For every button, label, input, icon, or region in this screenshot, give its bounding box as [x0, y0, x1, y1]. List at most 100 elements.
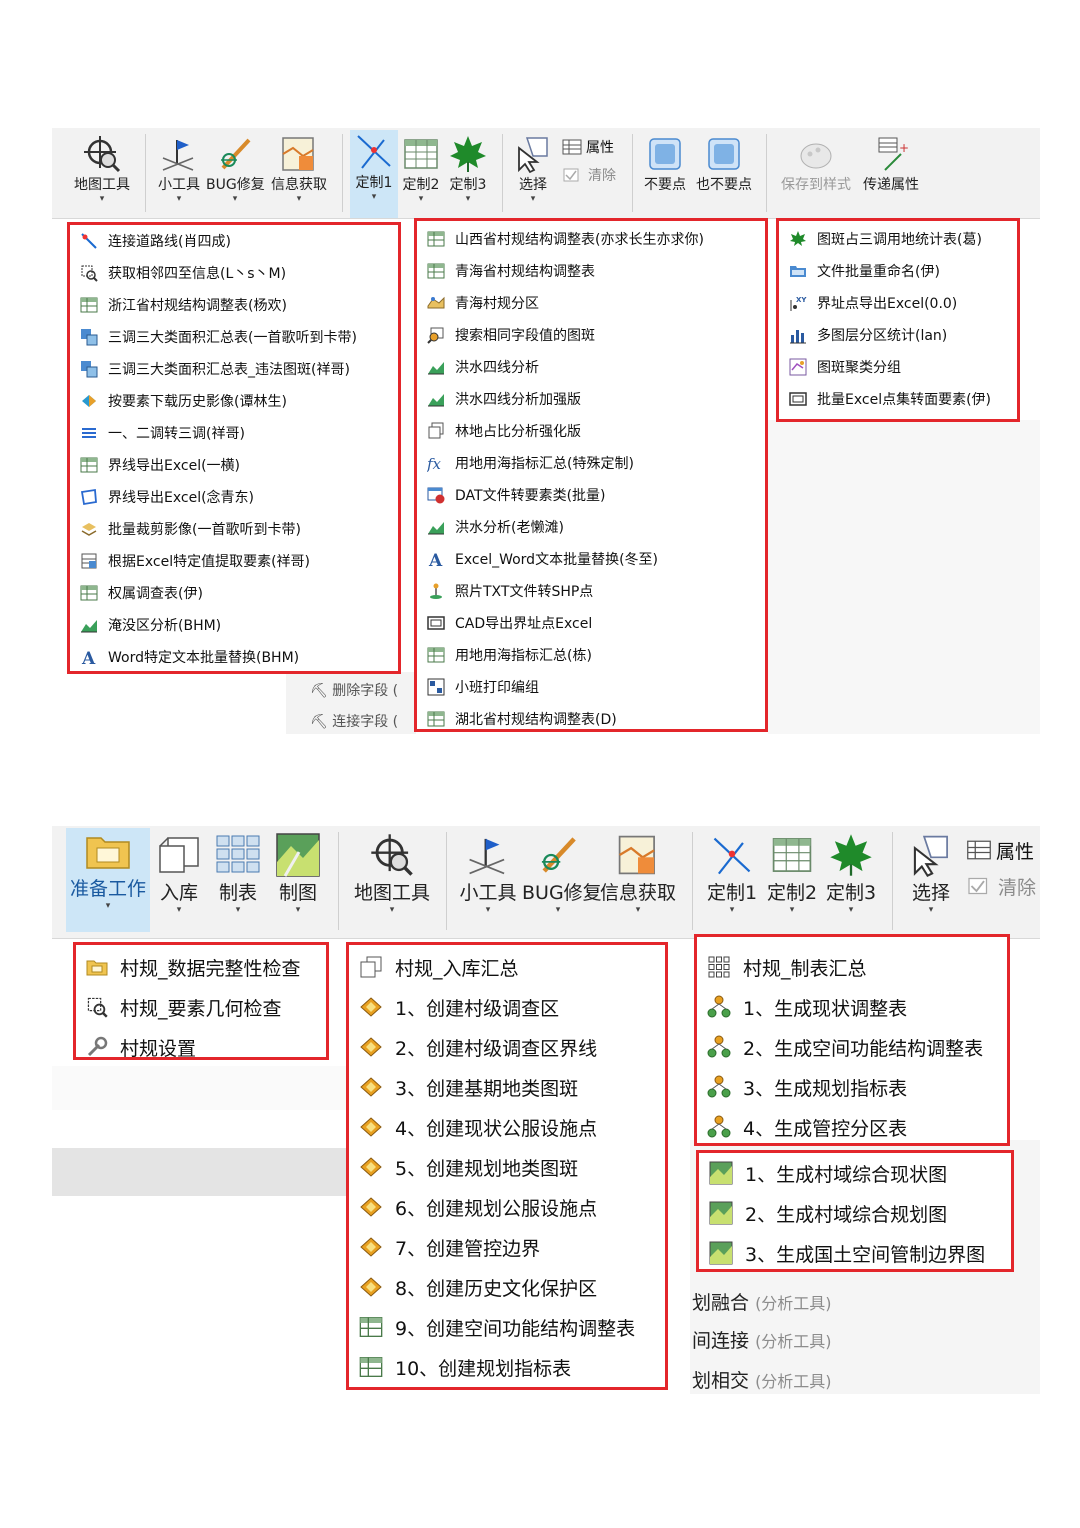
menu-item[interactable]: 青海村规分区 [417, 287, 765, 319]
custom1-button[interactable]: 定制1 ▾ [350, 130, 398, 218]
menu-item[interactable]: 淹没区分析(BHM) [70, 609, 398, 641]
menu-item[interactable]: 9、创建空间功能结构调整表 [349, 1307, 665, 1347]
custom2-button[interactable]: 定制2 ▾ [400, 134, 442, 204]
import-button[interactable]: 入库 ▾ [152, 832, 206, 915]
menu-item[interactable]: 3、生成规划指标表 [697, 1067, 1007, 1107]
menu-item[interactable]: 村规_制表汇总 [697, 947, 1007, 987]
info-get-button[interactable]: 信息获取 ▾ [598, 832, 678, 915]
attribute-button[interactable]: 属性 [966, 836, 1034, 864]
menu-item[interactable]: DAT文件转要素类(批量) [417, 479, 765, 511]
menu-item[interactable]: 图斑占三调用地统计表(葛) [779, 223, 1017, 255]
menu-item[interactable]: 界线导出Excel(一横) [70, 449, 398, 481]
save-style-button[interactable]: 保存到样式 [776, 134, 856, 194]
menu-item[interactable]: 权属调查表(伊) [70, 577, 398, 609]
menu-item[interactable]: 界线导出Excel(念青东) [70, 481, 398, 513]
select-button[interactable]: 选择 ▾ [510, 134, 556, 204]
custom2-button[interactable]: 定制2 ▾ [764, 832, 820, 915]
bug-fix-button[interactable]: BUG修复 ▾ [522, 832, 602, 915]
menu-item[interactable]: 照片TXT文件转SHP点 [417, 575, 765, 607]
bug-fix-button[interactable]: BUG修复 ▾ [206, 134, 265, 204]
menu-item[interactable]: 多图层分区统计(lan) [779, 319, 1017, 351]
tabulate-button[interactable]: 制表 ▾ [210, 832, 266, 915]
menu-item[interactable]: 1、生成现状调整表 [697, 987, 1007, 1027]
menu-item[interactable]: 连接道路线(肖四成) [70, 225, 398, 257]
menu-item[interactable]: 浙江省村规结构调整表(杨欢) [70, 289, 398, 321]
menu-item[interactable]: 按要素下载历史影像(谭林生) [70, 385, 398, 417]
also-unwanted-point-button[interactable]: 也不要点 [692, 134, 756, 194]
menu-item[interactable]: 村规_入库汇总 [349, 947, 665, 987]
menu-item-label: 批量裁剪影像(一首歌听到卡带) [108, 522, 301, 538]
menu-item[interactable]: 小班打印编组 [417, 671, 765, 703]
menu-item[interactable]: 7、创建管控边界 [349, 1227, 665, 1267]
custom1-label: 定制1 [355, 175, 393, 191]
clear-button[interactable]: 清除 [966, 872, 1036, 900]
custom1-dropdown-menu: 连接道路线(肖四成) 获取相邻四至信息(L丶s丶M) 浙江省村规结构调整表(杨欢… [67, 222, 401, 674]
menu-item[interactable]: 青海省村规结构调整表 [417, 255, 765, 287]
menu-item[interactable]: CAD导出界址点Excel [417, 607, 765, 639]
pass-attribute-button[interactable]: + 传递属性 [858, 134, 924, 194]
chevron-down-icon: ▾ [848, 905, 854, 915]
custom3-button[interactable]: 定制3 ▾ [822, 832, 880, 915]
menu-item[interactable]: 2、创建村级调查区界线 [349, 1027, 665, 1067]
small-tools-button[interactable]: 小工具 ▾ [456, 832, 520, 915]
menu-item[interactable]: 1、创建村级调查区 [349, 987, 665, 1027]
small-tools-button[interactable]: 小工具 ▾ [152, 134, 206, 204]
menu-item[interactable]: XY 界址点导出Excel(0.0) [779, 287, 1017, 319]
delete-field-item: ⛏ 删除字段 ( [310, 683, 399, 699]
info-get-button[interactable]: 信息获取 ▾ [266, 134, 332, 204]
menu-item[interactable]: 3、创建基期地类图斑 [349, 1067, 665, 1107]
map-tools-button[interactable]: 地图工具 ▾ [348, 832, 436, 915]
menu-item[interactable]: 村规设置 [76, 1027, 326, 1067]
menu-item[interactable]: 山西省村规结构调整表(亦求长生亦求你) [417, 223, 765, 255]
menu-item[interactable]: 林地占比分析强化版 [417, 415, 765, 447]
map-tools-button[interactable]: 地图工具 ▾ [66, 134, 138, 204]
prepare-button[interactable]: 准备工作 ▾ [66, 828, 150, 932]
attribute-button[interactable]: 属性 [562, 136, 614, 158]
menu-item[interactable]: A Word特定文本批量替换(BHM) [70, 641, 398, 673]
custom3-button[interactable]: 定制3 ▾ [446, 134, 490, 204]
table-icon [80, 297, 98, 313]
menu-item-label: 三调三大类面积汇总表_违法图斑(祥哥) [108, 362, 350, 378]
unwanted-point-button[interactable]: 不要点 [640, 134, 690, 194]
menu-item[interactable]: 4、生成管控分区表 [697, 1107, 1007, 1147]
menu-item[interactable]: 2、生成空间功能结构调整表 [697, 1027, 1007, 1067]
menu-item-label: 文件批量重命名(伊) [817, 264, 940, 280]
menu-item[interactable]: fx 用地用海指标汇总(特殊定制) [417, 447, 765, 479]
mapping-button[interactable]: 制图 ▾ [270, 832, 326, 915]
menu-item[interactable]: 根据Excel特定值提取要素(祥哥) [70, 545, 398, 577]
table-icon [404, 139, 438, 169]
custom2-dropdown-menu: 山西省村规结构调整表(亦求长生亦求你) 青海省村规结构调整表 青海村规分区 搜索… [414, 218, 768, 732]
menu-item[interactable]: A Excel_Word文本批量替换(冬至) [417, 543, 765, 575]
menu-item[interactable]: 2、生成村域综合规划图 [699, 1193, 1011, 1233]
menu-item[interactable]: 文件批量重命名(伊) [779, 255, 1017, 287]
menu-item[interactable]: 村规_要素几何检查 [76, 987, 326, 1027]
menu-item[interactable]: 搜索相同字段值的图斑 [417, 319, 765, 351]
menu-item[interactable]: 8、创建历史文化保护区 [349, 1267, 665, 1307]
menu-item[interactable]: 6、创建规划公服设施点 [349, 1187, 665, 1227]
menu-item[interactable]: 三调三大类面积汇总表_违法图斑(祥哥) [70, 353, 398, 385]
menu-item-label: 批量Excel点集转面要素(伊) [817, 392, 992, 408]
menu-item[interactable]: 5、创建规划地类图斑 [349, 1147, 665, 1187]
menu-item[interactable]: 三调三大类面积汇总表(一首歌听到卡带) [70, 321, 398, 353]
select-button[interactable]: 选择 ▾ [900, 832, 962, 915]
menu-item[interactable]: 图斑聚类分组 [779, 351, 1017, 383]
menu-item[interactable]: 洪水分析(老懒滩) [417, 511, 765, 543]
menu-item[interactable]: 洪水四线分析 [417, 351, 765, 383]
custom1-button[interactable]: 定制1 ▾ [702, 832, 762, 915]
hierarchy-icon [707, 1115, 731, 1138]
analysis-item-label: 间连接 [692, 1330, 750, 1352]
menu-item[interactable]: 批量Excel点集转面要素(伊) [779, 383, 1017, 415]
menu-item[interactable]: 批量裁剪影像(一首歌听到卡带) [70, 513, 398, 545]
menu-item[interactable]: 获取相邻四至信息(L丶s丶M) [70, 257, 398, 289]
menu-item[interactable]: 用地用海指标汇总(栋) [417, 639, 765, 671]
menu-item[interactable]: 一、二调转三调(祥哥) [70, 417, 398, 449]
menu-item[interactable]: 洪水四线分析加强版 [417, 383, 765, 415]
menu-item[interactable]: 4、创建现状公服设施点 [349, 1107, 665, 1147]
clear-button[interactable]: 清除 [562, 164, 616, 186]
menu-item[interactable]: 10、创建规划指标表 [349, 1347, 665, 1387]
tabulate-dropdown-menu: 村规_制表汇总 1、生成现状调整表 2、生成空间功能结构调整表 3、生成规划指标… [694, 934, 1010, 1146]
menu-item[interactable]: 村规_数据完整性检查 [76, 947, 326, 987]
menu-item[interactable]: 3、生成国土空间管制边界图 [699, 1233, 1011, 1273]
menu-item[interactable]: 1、生成村域综合现状图 [699, 1153, 1011, 1193]
menu-item[interactable]: 湖北省村规结构调整表(D) [417, 703, 765, 735]
